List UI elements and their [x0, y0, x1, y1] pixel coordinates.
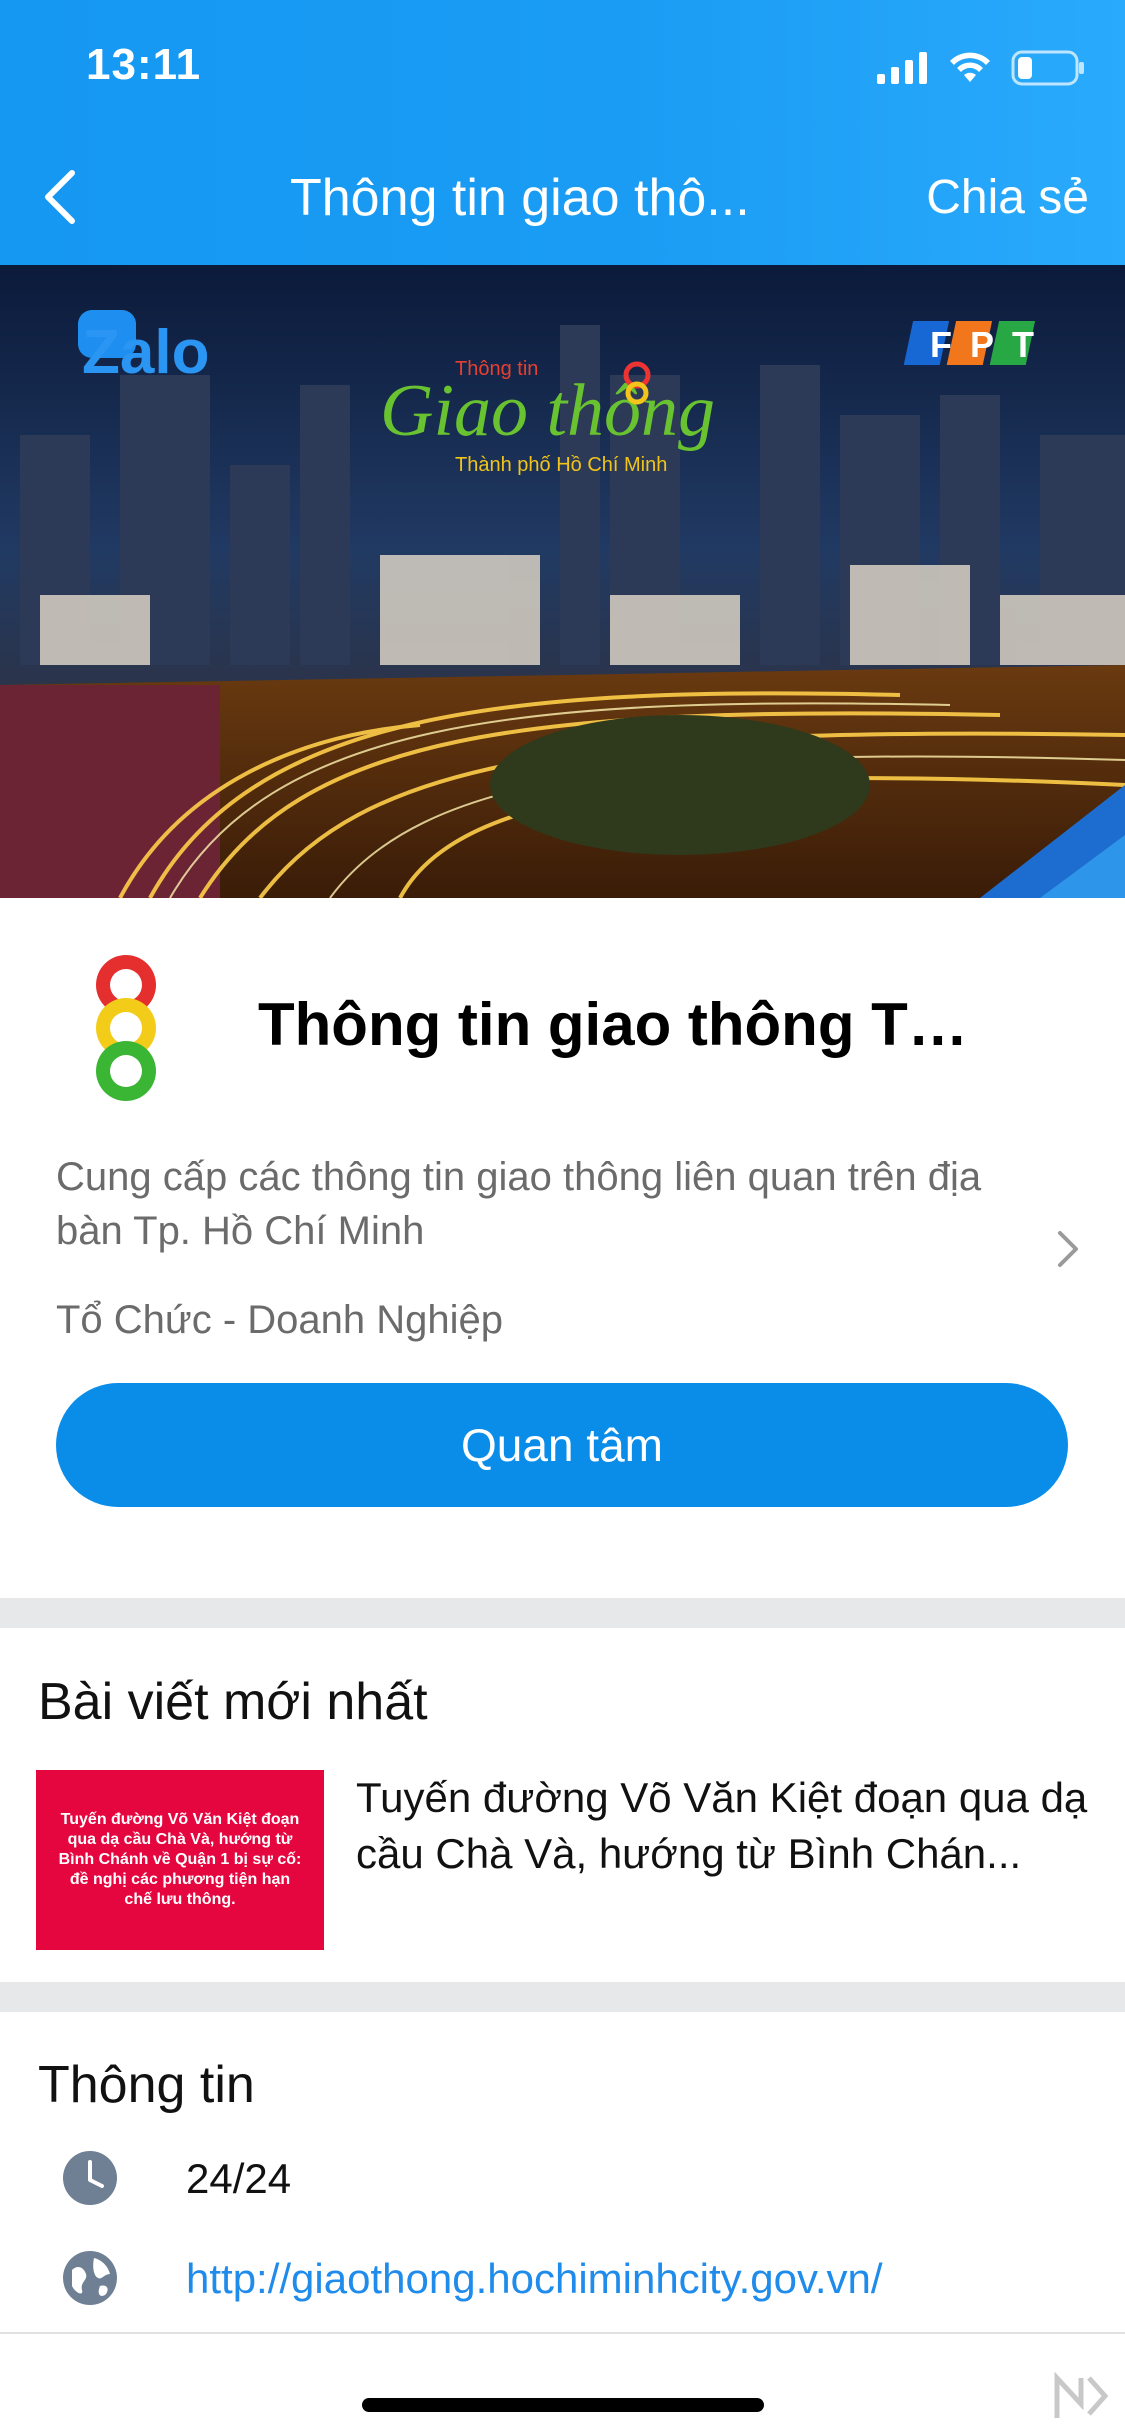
bottom-bar	[0, 2332, 1125, 2436]
status-time: 13:11	[86, 40, 202, 89]
status-icons	[877, 48, 1085, 88]
info-title: Thông tin	[38, 2056, 255, 2114]
watermark-logo	[1054, 2371, 1109, 2418]
svg-text:FPT: FPT	[930, 324, 1052, 365]
chevron-right-icon[interactable]	[1055, 1228, 1081, 1270]
website-row	[62, 2250, 118, 2306]
profile-name: Thông tin giao thông Tp...	[258, 991, 978, 1058]
hours-row	[62, 2150, 118, 2206]
cover-banner: Zalo FPT Thông tin Giao thông Thành phố …	[0, 265, 1125, 898]
back-button[interactable]	[40, 160, 100, 234]
profile-description[interactable]: Cung cấp các thông tin giao thông liên q…	[56, 1150, 1016, 1258]
signal-icon	[877, 52, 927, 84]
hours-value: 24/24	[186, 2155, 292, 2202]
home-indicator[interactable]	[362, 2398, 764, 2412]
follow-button[interactable]: Quan tâm	[56, 1383, 1068, 1507]
traffic-light-icon	[96, 955, 156, 1101]
wifi-icon	[950, 52, 990, 82]
section-divider	[0, 1598, 1125, 1628]
section-divider	[0, 1982, 1125, 2012]
website-link[interactable]: http://giaothong.hochiminhcity.gov.vn/	[186, 2255, 883, 2303]
zalo-logo: Zalo	[78, 310, 209, 387]
post-thumbnail[interactable]: Tuyến đường Võ Văn Kiệt đoạn qua dạ cầu …	[36, 1770, 324, 1950]
profile-card: Thông tin giao thông Tp... Cung cấp các …	[0, 898, 1125, 1598]
share-button[interactable]: Chia sẻ	[926, 170, 1089, 225]
clock-icon	[63, 2151, 117, 2205]
battery-icon	[1011, 50, 1084, 86]
header: 13:11 Thông tin giao thô... Chia sẻ	[0, 0, 1125, 265]
fpt-logo: FPT	[903, 321, 1052, 365]
svg-text:Thành phố Hồ Chí Minh: Thành phố Hồ Chí Minh	[455, 454, 667, 476]
post-title[interactable]: Tuyến đường Võ Văn Kiệt đoạn qua dạ cầu …	[356, 1770, 1096, 1882]
svg-text:Zalo: Zalo	[82, 318, 209, 387]
globe-icon	[63, 2251, 117, 2305]
latest-posts-title: Bài viết mới nhất	[38, 1673, 428, 1731]
back-icon	[45, 170, 75, 224]
svg-text:Giao thông: Giao thông	[380, 370, 715, 452]
profile-category: Tổ Chức - Doanh Nghiệp	[56, 1298, 503, 1342]
nav-title: Thông tin giao thô...	[290, 169, 750, 227]
